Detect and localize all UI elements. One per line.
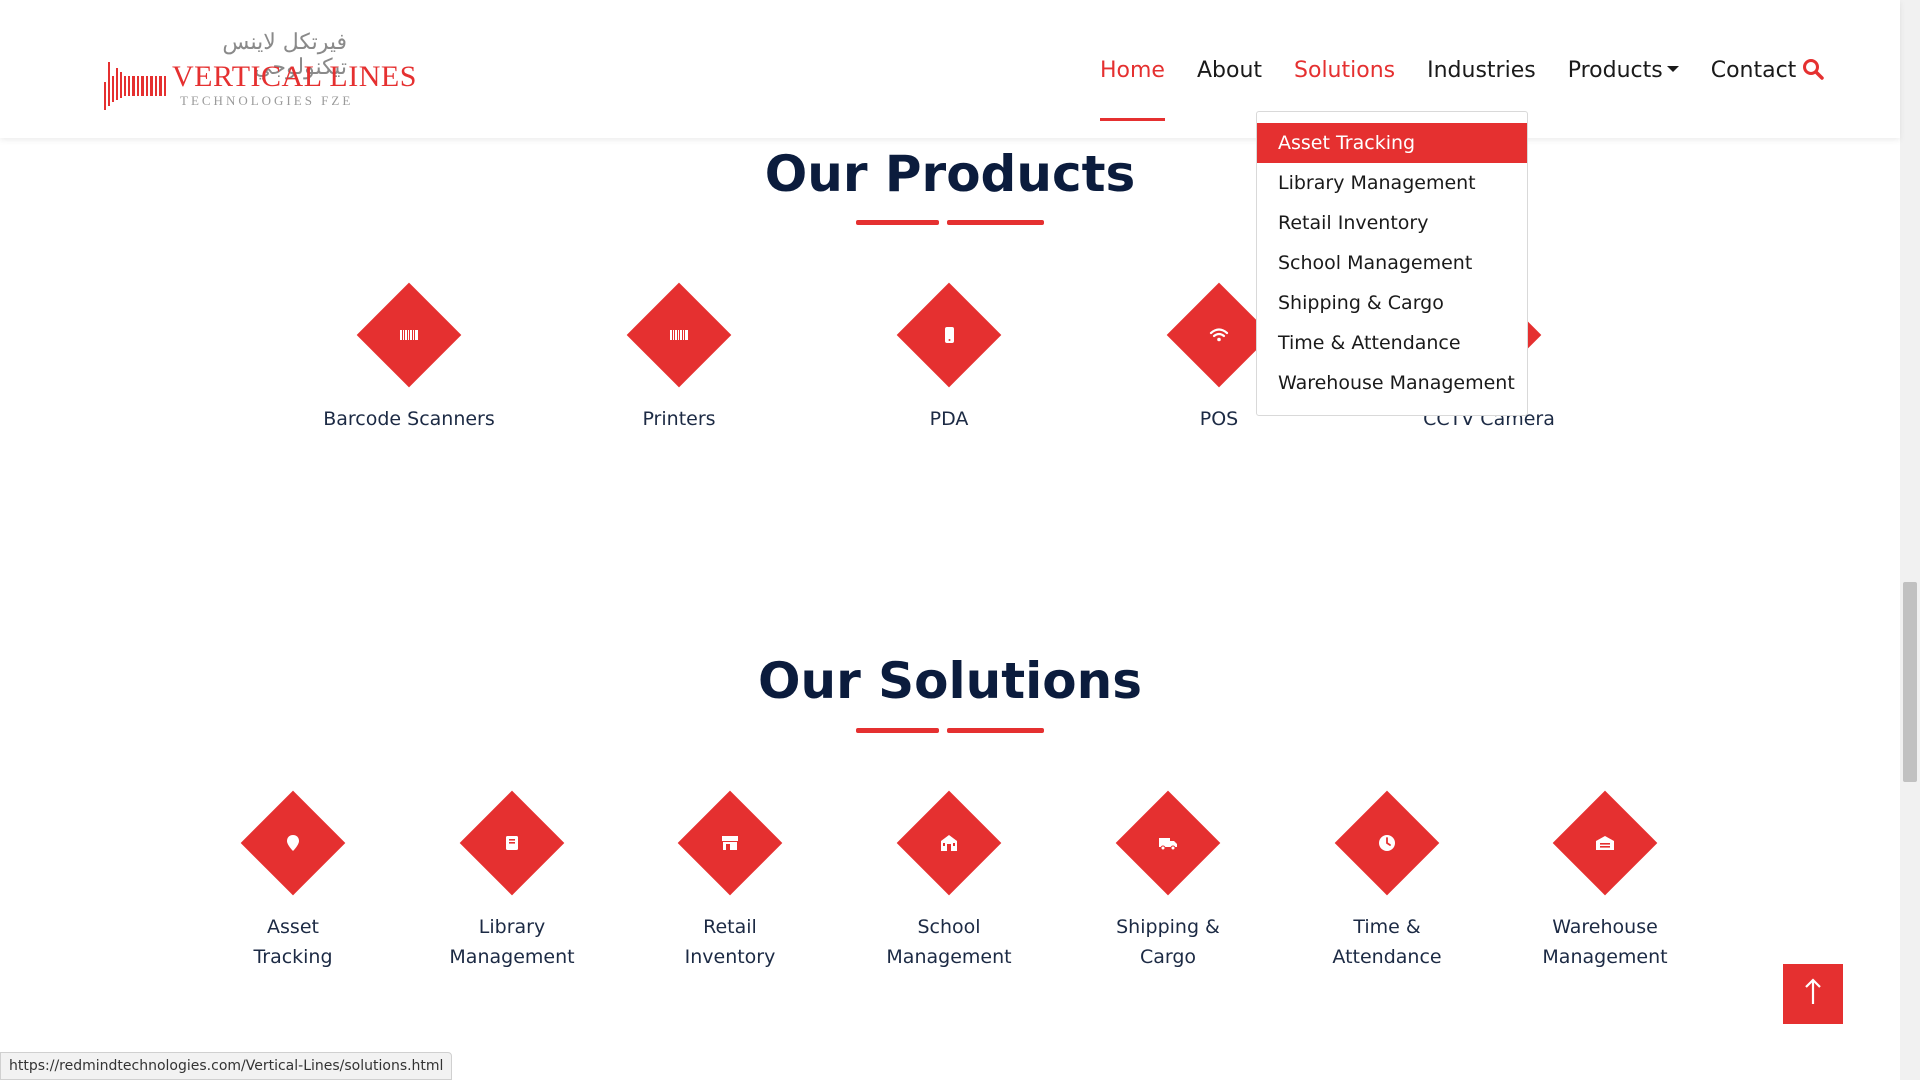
store-icon [722, 836, 738, 850]
nav-products-label: Products [1567, 57, 1663, 83]
search-icon[interactable] [1802, 58, 1824, 80]
solution-library-management[interactable]: Library Management [402, 790, 622, 972]
solutions-heading: Our Solutions [757, 652, 1142, 710]
menu-item-warehouse-management[interactable]: Warehouse Management [1257, 363, 1527, 403]
solutions-dropdown-menu: Asset Tracking Library Management Retail… [1256, 111, 1528, 416]
product-barcode-scanners[interactable]: Barcode Scanners [299, 282, 519, 434]
site-header: فيرتكل لاينس تيكنولوجي VERTICAL LINES TE… [0, 0, 1900, 138]
menu-item-library-management[interactable]: Library Management [1257, 163, 1527, 203]
menu-item-asset-tracking[interactable]: Asset Tracking [1257, 123, 1527, 163]
nav-solutions[interactable]: Solutions [1294, 58, 1396, 121]
logo-bars-icon [104, 62, 166, 110]
nav-contact[interactable]: Contact [1711, 58, 1797, 83]
solutions-divider [856, 728, 1044, 733]
products-heading: Our Products [764, 145, 1136, 203]
solution-icon-badge [1334, 790, 1440, 896]
page-scrollbar-track[interactable] [1900, 0, 1920, 1080]
caret-down-icon [1666, 65, 1679, 72]
product-icon-badge [896, 282, 1002, 388]
solution-label: Shipping & Cargo [1116, 916, 1220, 968]
solution-label: School Management [886, 916, 1012, 968]
brand-logo[interactable]: فيرتكل لاينس تيكنولوجي VERTICAL LINES TE… [102, 28, 416, 116]
solution-icon-badge [1115, 790, 1221, 896]
truck-icon [1159, 838, 1177, 851]
solution-label: Warehouse Management [1542, 916, 1668, 968]
main-nav: Home About Solutions Industries Products… [1100, 50, 1828, 121]
menu-item-school-management[interactable]: School Management [1257, 243, 1527, 283]
product-printers[interactable]: Printers [569, 282, 789, 434]
product-pda[interactable]: PDA [839, 282, 1059, 434]
products-divider [856, 220, 1044, 225]
solution-label: Asset Tracking [253, 916, 333, 968]
barcode-icon [400, 330, 418, 340]
solution-shipping-cargo[interactable]: Shipping & Cargo [1058, 790, 1278, 972]
solution-icon-badge [240, 790, 346, 896]
menu-item-time-attendance[interactable]: Time & Attendance [1257, 323, 1527, 363]
logo-tagline: TECHNOLOGIES FZE [180, 93, 354, 108]
product-label: Barcode Scanners [323, 408, 495, 430]
logo-name: VERTICAL LINES [172, 60, 417, 93]
solution-time-attendance[interactable]: Time & Attendance [1277, 790, 1497, 972]
clock-icon [1379, 835, 1395, 851]
nav-home[interactable]: Home [1100, 58, 1165, 121]
solution-school-management[interactable]: School Management [839, 790, 1059, 972]
nav-about[interactable]: About [1197, 58, 1262, 83]
solution-icon-badge [459, 790, 565, 896]
solution-warehouse-management[interactable]: Warehouse Management [1495, 790, 1715, 972]
back-to-top-button[interactable] [1783, 964, 1843, 1024]
product-icon-badge [356, 282, 462, 388]
product-label: PDA [929, 408, 969, 430]
solution-label: Time & Attendance [1332, 916, 1442, 968]
browser-status-url: https://redmindtechnologies.com/Vertical… [0, 1052, 453, 1080]
solution-label: Retail Inventory [684, 916, 776, 968]
nav-products[interactable]: Products [1568, 58, 1679, 83]
solution-icon-badge [1552, 790, 1658, 896]
school-icon [941, 835, 957, 851]
book-icon [506, 836, 518, 850]
map-pin-icon [287, 835, 299, 851]
solution-icon-badge [677, 790, 783, 896]
menu-item-shipping-cargo[interactable]: Shipping & Cargo [1257, 283, 1527, 323]
wifi-icon [1209, 328, 1229, 342]
barcode-icon [670, 330, 688, 340]
solution-retail-inventory[interactable]: Retail Inventory [620, 790, 840, 972]
product-icon-badge [626, 282, 732, 388]
warehouse-icon [1596, 836, 1614, 850]
mobile-icon [945, 327, 954, 343]
solution-label: Library Management [449, 916, 575, 968]
menu-item-retail-inventory[interactable]: Retail Inventory [1257, 203, 1527, 243]
page-scrollbar-thumb[interactable] [1903, 582, 1917, 782]
product-label: Printers [642, 408, 716, 430]
solution-asset-tracking[interactable]: Asset Tracking [183, 790, 403, 972]
solution-icon-badge [896, 790, 1002, 896]
nav-industries[interactable]: Industries [1427, 58, 1536, 83]
arrow-up-icon [1805, 978, 1821, 1004]
